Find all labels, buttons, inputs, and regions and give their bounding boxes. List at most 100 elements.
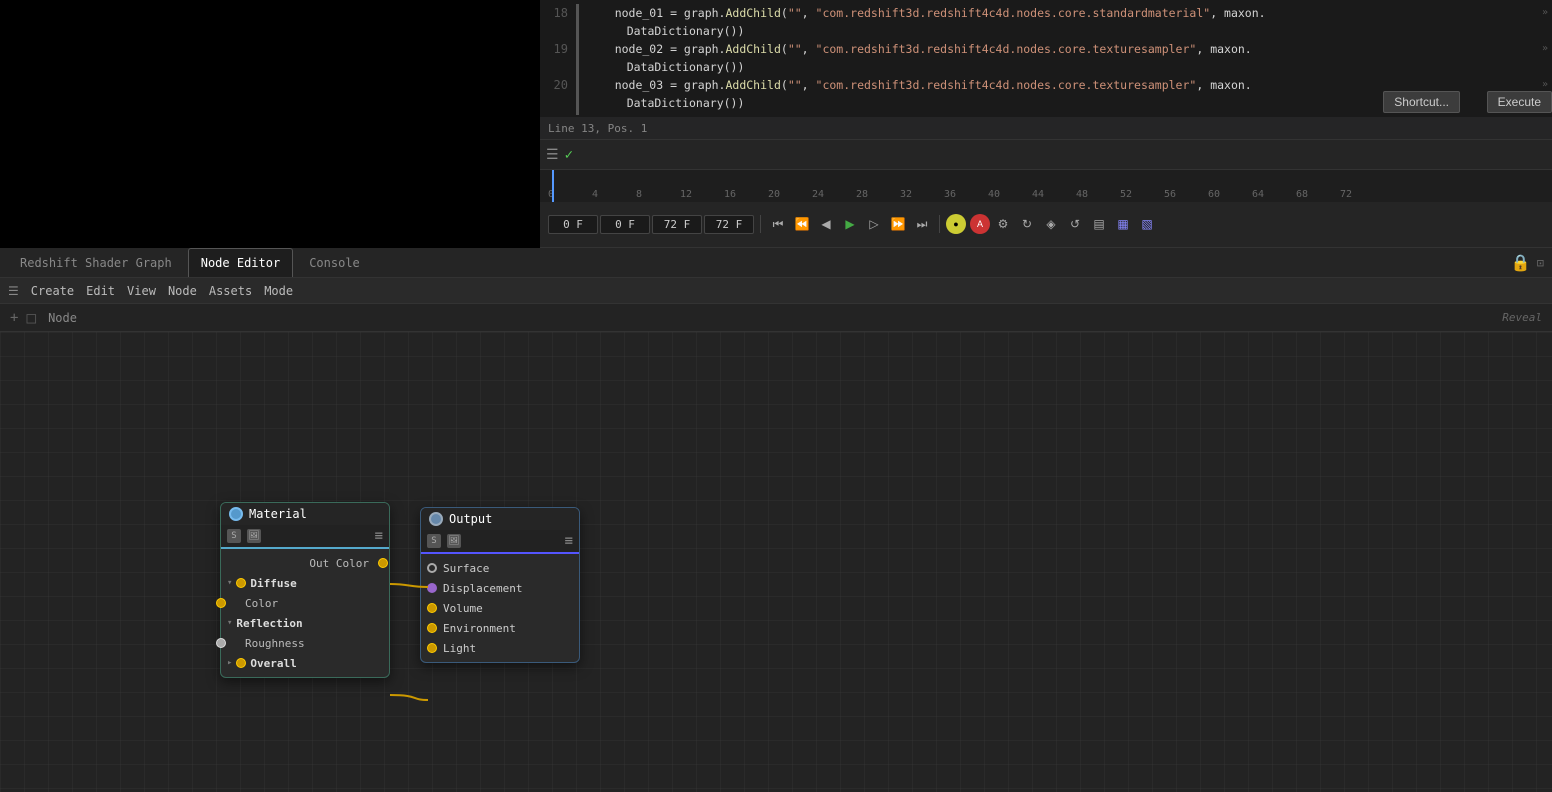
timeline: ☰ ✓ 0 4 8 12 16 20 24 28 32 36 40 44 48 …	[540, 140, 1552, 248]
extra-button[interactable]: ▧	[1136, 213, 1158, 235]
prev-key-button[interactable]: ⏪	[791, 213, 813, 235]
step-back-button[interactable]: ◀	[815, 213, 837, 235]
section-overall[interactable]: ▸ Overall	[221, 653, 389, 673]
next-key-button[interactable]: ⏩	[887, 213, 909, 235]
shortcut-button[interactable]: Shortcut...	[1383, 91, 1460, 113]
marker-button[interactable]: ◈	[1040, 213, 1062, 235]
environment-dot	[427, 623, 437, 633]
record-button[interactable]: A	[970, 214, 990, 234]
ruler-20: 20	[768, 189, 812, 200]
line-bar-20	[576, 76, 579, 112]
menu-create[interactable]: Create	[31, 284, 74, 298]
output-node-menu[interactable]: ≡	[565, 533, 573, 549]
port-volume: Volume	[421, 598, 579, 618]
ruler-48: 48	[1076, 189, 1120, 200]
code-line-18: 18 node_01 = graph.AddChild("", "com.red…	[540, 4, 1552, 40]
section-reflection[interactable]: ▾ Reflection	[221, 613, 389, 633]
output-node[interactable]: Output S 🖼 ≡ Surface Displacement	[420, 507, 580, 663]
preview-frame-display[interactable]: 72 F	[704, 215, 754, 234]
expand-18: »	[1542, 4, 1548, 22]
code-editor: 18 node_01 = graph.AddChild("", "com.red…	[540, 0, 1552, 140]
go-start-button[interactable]: ⏮	[767, 213, 789, 235]
node-editor-container: Redshift Shader Graph Node Editor Consol…	[0, 248, 1552, 792]
ruler-44: 44	[1032, 189, 1076, 200]
tab-console-label: Console	[309, 256, 360, 270]
breadcrumb-label: Node	[48, 311, 77, 325]
ruler-40: 40	[988, 189, 1032, 200]
expand-icon[interactable]: ⊡	[1537, 256, 1544, 270]
go-end-button[interactable]: ⏭	[911, 213, 933, 235]
section-diffuse[interactable]: ▾ Diffuse	[221, 573, 389, 593]
surface-dot	[427, 563, 437, 573]
mode-button[interactable]: ▦	[1112, 213, 1134, 235]
timeline-menu-icon[interactable]: ☰	[546, 147, 559, 163]
menu-node[interactable]: Node	[168, 284, 197, 298]
preview-button[interactable]: ▤	[1088, 213, 1110, 235]
displacement-dot	[427, 583, 437, 593]
ruler-8: 8	[636, 189, 680, 200]
loop-button[interactable]: ↺	[1064, 213, 1086, 235]
timeline-check-icon[interactable]: ✓	[565, 147, 573, 163]
ruler-32: 32	[900, 189, 944, 200]
tab-node-editor-label: Node Editor	[201, 256, 280, 270]
port-out-color: Out Color	[221, 553, 389, 573]
transport-row: 0 F 0 F 72 F 72 F ⏮ ⏪ ◀ ▶ ▷ ⏩ ⏭ ● A ⚙ ↻ …	[540, 202, 1552, 246]
ruler-marks: 0 4 8 12 16 20 24 28 32 36 40 44 48 52 5…	[540, 170, 1384, 200]
material-node[interactable]: Material S 🖼 ≡ Out Color ▾ Diffuse	[220, 502, 390, 678]
tab-shader-graph[interactable]: Redshift Shader Graph	[8, 248, 184, 277]
line-number-20: 20	[540, 76, 576, 94]
light-label: Light	[443, 642, 476, 655]
tab-bar: Redshift Shader Graph Node Editor Consol…	[0, 248, 1552, 278]
menu-view[interactable]: View	[127, 284, 156, 298]
cursor-position: Line 13, Pos. 1	[548, 122, 647, 135]
reflection-chevron: ▾	[227, 618, 232, 628]
material-tool-s[interactable]: S	[227, 529, 241, 543]
auto-key-button[interactable]: ●	[946, 214, 966, 234]
lock-icon[interactable]: 🔒	[1511, 253, 1531, 272]
tab-console[interactable]: Console	[297, 248, 372, 277]
node-canvas[interactable]: Material S 🖼 ≡ Out Color ▾ Diffuse	[0, 332, 1552, 792]
material-node-menu[interactable]: ≡	[375, 528, 383, 544]
material-tool-img[interactable]: 🖼	[247, 529, 261, 543]
playhead[interactable]	[552, 170, 554, 202]
menu-bar: ☰ Create Edit View Node Assets Mode	[0, 278, 1552, 304]
output-tool-img[interactable]: 🖼	[447, 534, 461, 548]
overall-chevron: ▸	[227, 658, 232, 668]
tab-node-editor[interactable]: Node Editor	[188, 248, 293, 277]
output-tool-s[interactable]: S	[427, 534, 441, 548]
line-code-18b: DataDictionary())	[587, 22, 1552, 40]
port-environment: Environment	[421, 618, 579, 638]
tab-shader-graph-label: Redshift Shader Graph	[20, 256, 172, 270]
execute-button[interactable]: Execute	[1487, 91, 1552, 113]
ruler-12: 12	[680, 189, 724, 200]
ruler-0: 0	[548, 189, 592, 200]
timeline-controls-top: ☰ ✓	[540, 140, 1552, 170]
timeline-ruler: 0 4 8 12 16 20 24 28 32 36 40 44 48 52 5…	[540, 170, 1552, 202]
ruler-28: 28	[856, 189, 900, 200]
current-frame-display[interactable]: 0 F	[600, 215, 650, 234]
menu-hamburger-icon[interactable]: ☰	[8, 284, 19, 298]
play-button[interactable]: ▶	[839, 213, 861, 235]
code-line-19: 19 node_02 = graph.AddChild("", "com.red…	[540, 40, 1552, 76]
line-code-19b: DataDictionary())	[587, 58, 1552, 76]
port-displacement: Displacement	[421, 578, 579, 598]
menu-assets[interactable]: Assets	[209, 284, 252, 298]
settings-button[interactable]: ⚙	[992, 213, 1014, 235]
start-frame-display[interactable]: 0 F	[548, 215, 598, 234]
port-out-color-dot	[378, 558, 388, 568]
menu-mode[interactable]: Mode	[264, 284, 293, 298]
breadcrumb-plus-icon[interactable]: +	[10, 310, 18, 326]
ruler-60: 60	[1208, 189, 1252, 200]
breadcrumb-bar: + □ Node Reveal	[0, 304, 1552, 332]
line-number-19: 19	[540, 40, 576, 58]
end-frame-display[interactable]: 72 F	[652, 215, 702, 234]
step-fwd-button[interactable]: ▷	[863, 213, 885, 235]
menu-edit[interactable]: Edit	[86, 284, 115, 298]
ruler-24: 24	[812, 189, 856, 200]
sync-button[interactable]: ↻	[1016, 213, 1038, 235]
transport-divider	[760, 215, 761, 233]
material-node-toolbar: S 🖼 ≡	[221, 525, 389, 549]
line-bar-21	[576, 112, 579, 115]
roughness-dot	[216, 638, 226, 648]
code-status-bar: Line 13, Pos. 1	[540, 117, 1552, 139]
